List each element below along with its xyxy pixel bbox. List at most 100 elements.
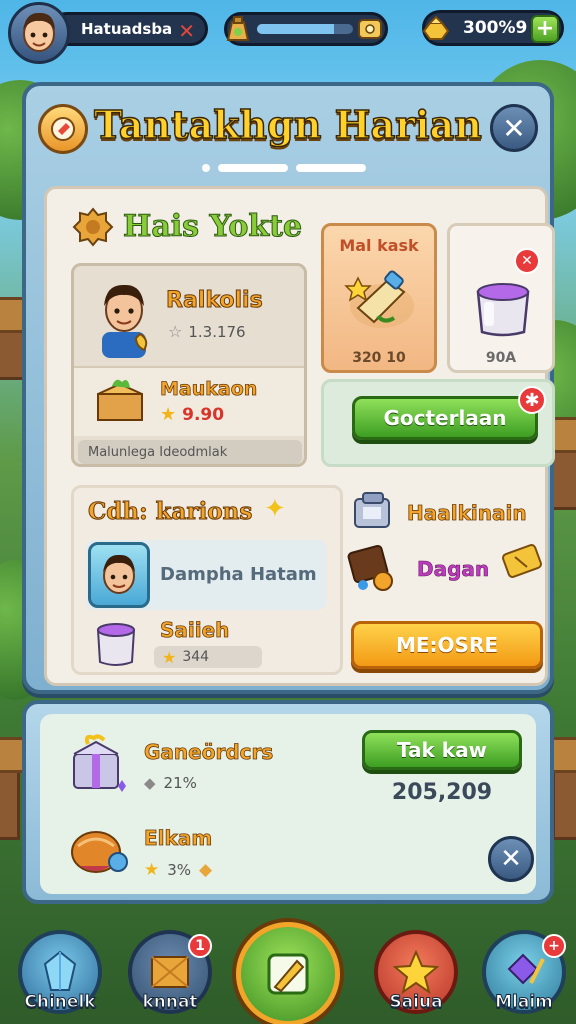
panel-content: Hais Yokte Ralkolis ☆ 1.3.176 Maukaon ★ … xyxy=(44,186,555,686)
nav-label-crystal: Chinelk xyxy=(24,992,96,1013)
daily-section-title: Hais Yokte xyxy=(122,209,303,245)
item-value: 344 xyxy=(182,649,210,665)
gold-value: 300%9 xyxy=(463,18,528,38)
gold-bars-icon xyxy=(419,11,453,45)
purple-potion-icon xyxy=(476,283,530,337)
gold-gem-icon: ◆ xyxy=(199,860,213,880)
offer-card[interactable]: Mal kask 320 10 xyxy=(321,223,437,373)
item-name: Saiieh xyxy=(160,618,230,643)
gem-outline-icon: ◆ xyxy=(144,774,156,792)
hero-face-icon xyxy=(103,554,135,594)
character-portrait-icon xyxy=(102,284,148,358)
star-outline-icon: ☆ xyxy=(168,322,183,341)
hero-portrait[interactable] xyxy=(88,542,150,608)
nav-label-star: Saiua xyxy=(389,992,443,1013)
character-name: Ralkolis xyxy=(166,288,264,314)
reward-value-row: ★ 9.90 xyxy=(160,404,224,425)
right-subtitle: Dagan xyxy=(417,557,490,582)
star-icon: ★ xyxy=(162,647,177,667)
reward-item2-name: Elkam xyxy=(144,826,213,851)
reward-name: Maukaon xyxy=(160,378,258,401)
star-icon: ★ xyxy=(160,404,177,425)
collect-button[interactable]: Gocterlaan xyxy=(352,396,538,440)
player-avatar[interactable] xyxy=(8,2,70,64)
potion-jar-icon xyxy=(96,623,136,666)
nav-badge-crate: 1 xyxy=(188,934,212,958)
crate-icon xyxy=(354,492,390,528)
characters-card: Cdh: karions ✦ Dampha Hatam Saiieh ★ 344 xyxy=(71,485,343,675)
bread-basket-icon xyxy=(71,831,128,873)
right-title: Haalkinain xyxy=(407,501,527,526)
potion-card-value: 90A xyxy=(485,350,517,366)
energy-progress-bar xyxy=(257,24,353,34)
edit-quest-icon xyxy=(267,953,309,995)
bottom-navigation: Chinelk 1 knnat Saiua + Mlaim xyxy=(0,922,576,1024)
reward-item2-value-row: ★ 3% ◆ xyxy=(144,860,212,880)
rewards-panel-content: Ganeördcrs ◆ 21% Elkam ★ 3% ◆ Tak kaw 20… xyxy=(40,714,536,894)
close-icon: ✕ xyxy=(500,844,522,874)
offer-card-value: 320 10 xyxy=(352,350,406,366)
reward-item1-name: Ganeördcrs xyxy=(144,740,274,765)
reward-chest-icon xyxy=(97,379,143,421)
page-dot[interactable] xyxy=(202,164,210,172)
sparkle-star-icon: ✦ xyxy=(264,494,286,524)
nav-item-star[interactable]: Saiua xyxy=(374,930,458,1014)
close-panel-button[interactable]: ✕ xyxy=(490,104,538,152)
page-dot[interactable] xyxy=(296,164,366,172)
player-name-pill[interactable]: Hatuadsba ✕ xyxy=(50,12,208,46)
gold-ticket-icon xyxy=(502,544,542,578)
collect-area: Gocterlaan ✱ xyxy=(321,379,555,467)
close-x-icon[interactable]: ✕ xyxy=(178,19,195,43)
close-icon: ✕ xyxy=(502,111,526,145)
nav-label-inventory: Mlaim xyxy=(495,992,554,1013)
character-stat-value: 1.3.176 xyxy=(188,322,246,341)
gem-sword-icon xyxy=(507,953,545,985)
avatar-face-icon xyxy=(23,12,55,52)
daily-footer: Malunlega Ideodmlak xyxy=(78,440,302,464)
alert-badge-icon: ✱ xyxy=(518,386,546,414)
nav-item-crystal[interactable]: Chinelk xyxy=(18,930,102,1014)
reward-item1-value-row: ◆ 21% xyxy=(144,774,197,792)
reward-total: 205,209 xyxy=(391,780,493,805)
gear-chest-icon xyxy=(72,207,114,247)
crystal-icon xyxy=(43,950,77,991)
more-button[interactable]: ME:OSRE xyxy=(351,621,543,669)
energy-progress-pill xyxy=(224,12,388,46)
page-indicator xyxy=(202,164,366,172)
potion-bag-icon xyxy=(221,12,255,46)
daily-quest-card: Ralkolis ☆ 1.3.176 Maukaon ★ 9.90 Malunl… xyxy=(71,263,307,467)
item-value-row: ★ 344 xyxy=(154,646,262,668)
reward-item2-value: 3% xyxy=(167,861,192,879)
wood-plank-icon xyxy=(347,545,393,591)
map-scroll-icon xyxy=(344,270,414,328)
rewards-panel: Ganeördcrs ◆ 21% Elkam ★ 3% ◆ Tak kaw 20… xyxy=(22,700,554,904)
daily-footer-text: Malunlega Ideodmlak xyxy=(88,444,228,460)
take-button[interactable]: Tak kaw xyxy=(362,730,522,770)
more-button-label: ME:OSRE xyxy=(395,633,499,657)
nav-item-crate[interactable]: 1 knnat xyxy=(128,930,212,1014)
gold-counter: 300%9 + xyxy=(422,10,564,46)
characters-section-title: Cdh: karions xyxy=(87,498,253,526)
close-rewards-button[interactable]: ✕ xyxy=(488,836,534,882)
reward-value: 9.90 xyxy=(182,404,225,425)
nav-label-crate: knnat xyxy=(142,992,198,1013)
character-stat: ☆ 1.3.176 xyxy=(168,322,246,341)
nav-item-play[interactable] xyxy=(236,922,340,1024)
collect-button-label: Gocterlaan xyxy=(383,406,507,430)
remove-badge-icon[interactable]: ✕ xyxy=(514,248,540,274)
scroll-icon[interactable] xyxy=(353,12,387,46)
top-status-bar: Hatuadsba ✕ 300%9 + xyxy=(0,0,576,64)
potion-card[interactable]: ✕ 90A xyxy=(447,223,555,373)
add-gold-button[interactable]: + xyxy=(531,15,559,43)
player-name: Hatuadsba xyxy=(81,20,173,38)
crate-box-icon xyxy=(151,956,189,988)
nav-item-inventory[interactable]: + Mlaim xyxy=(482,930,566,1014)
page-dot-active[interactable] xyxy=(218,164,288,172)
take-button-label: Tak kaw xyxy=(396,738,488,762)
nav-badge-inventory: + xyxy=(542,934,566,958)
character-portrait xyxy=(92,276,156,362)
star-icon: ★ xyxy=(144,860,160,880)
panel-title: Tantakhgn Harian xyxy=(93,101,482,148)
hero-name: Dampha Hatam xyxy=(160,564,317,585)
reward-item1-value: 21% xyxy=(163,774,197,792)
